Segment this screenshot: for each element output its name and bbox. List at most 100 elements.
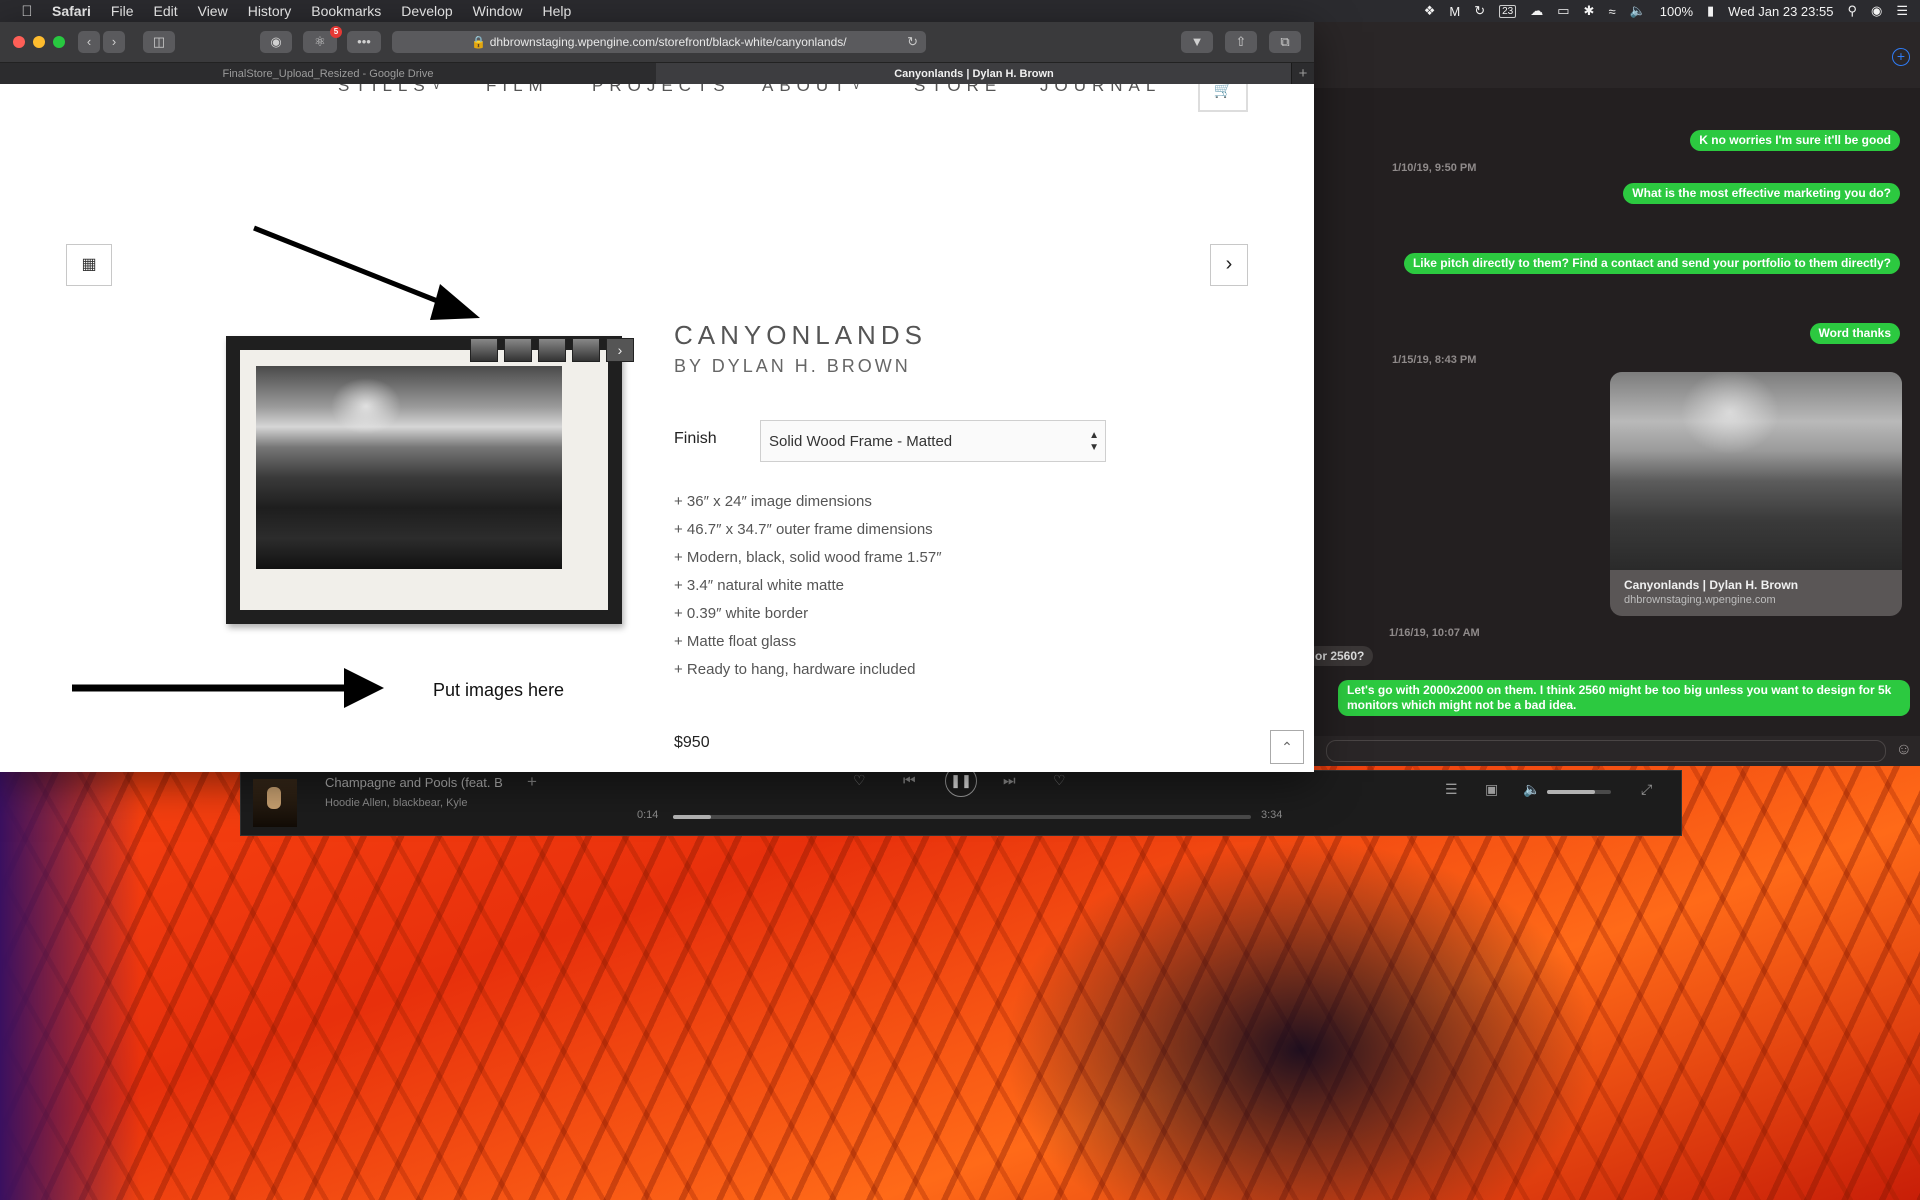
feature-item: + Modern, black, solid wood frame 1.57″ <box>674 549 942 566</box>
menu-help[interactable]: Help <box>542 3 571 19</box>
dislike-icon[interactable]: ♡ <box>853 772 866 789</box>
message-bubble: What is the most effective marketing you… <box>1623 183 1900 204</box>
menu-file[interactable]: File <box>111 3 134 19</box>
calendar-icon[interactable]: 23 <box>1499 4 1517 18</box>
message-input[interactable] <box>1326 740 1886 762</box>
back-icon[interactable]: ‹ <box>78 31 100 53</box>
forward-icon[interactable]: › <box>103 31 125 53</box>
menu-window[interactable]: Window <box>473 3 523 19</box>
apple-menu-icon[interactable]:  <box>16 3 38 20</box>
product-artist: BY DYLAN H. BROWN <box>674 356 911 376</box>
devices-icon[interactable]: ▣ <box>1485 781 1498 798</box>
song-artist[interactable]: Hoodie Allen, blackbear, Kyle <box>325 797 467 809</box>
link-preview-card[interactable]: Canyonlands | Dylan H. Brown dhbrownstag… <box>1610 372 1902 616</box>
tabs-overview-icon[interactable]: ⧉ <box>1269 31 1301 53</box>
volume-fill <box>1547 790 1595 794</box>
queue-icon[interactable]: ☰ <box>1445 781 1458 798</box>
next-arrow-icon[interactable]: › <box>1210 244 1248 286</box>
thumbnail[interactable] <box>470 338 498 362</box>
annotation-arrowhead <box>344 668 384 708</box>
menu-bookmarks[interactable]: Bookmarks <box>311 3 381 19</box>
siri-icon[interactable]: ◉ <box>1871 3 1882 19</box>
previous-track-icon[interactable]: ⏮ <box>903 772 916 789</box>
message-timestamp: 1/10/19, 9:50 PM <box>1392 162 1477 174</box>
thumbnail-next-icon[interactable]: › <box>606 338 634 362</box>
menu-view[interactable]: View <box>198 3 228 19</box>
safari-toolbar: ‹ › ◫ ◉ ⚛ 5 ••• 🔒 dhbrownstaging.wpengin… <box>0 22 1314 62</box>
gmail-icon[interactable]: M <box>1449 4 1460 19</box>
total-time: 3:34 <box>1261 809 1283 821</box>
link-preview-image <box>1610 372 1902 570</box>
select-arrows-icon: ▲ ▼ <box>1089 430 1099 453</box>
tab-canyonlands[interactable]: Canyonlands | Dylan H. Brown <box>656 63 1292 85</box>
extension-badge: 5 <box>330 26 342 38</box>
message-bubble: Like pitch directly to them? Find a cont… <box>1403 253 1900 274</box>
close-window-button[interactable] <box>13 36 25 48</box>
safari-window: ‹ › ◫ ◉ ⚛ 5 ••• 🔒 dhbrownstaging.wpengin… <box>0 22 1314 772</box>
playback-progress-fill <box>673 815 711 819</box>
bluetooth-icon[interactable]: ✱ <box>1584 3 1595 19</box>
finish-select[interactable]: Solid Wood Frame - Matted ▲ ▼ <box>760 420 1106 462</box>
menu-app-name[interactable]: Safari <box>52 3 91 19</box>
cloud-icon[interactable]: ☁ <box>1530 3 1543 19</box>
menu-bar:  Safari File Edit View History Bookmark… <box>0 0 1920 22</box>
address-bar[interactable]: 🔒 dhbrownstaging.wpengine.com/storefront… <box>392 31 926 53</box>
downloads-icon[interactable]: ▼ <box>1181 31 1213 53</box>
speaker-icon[interactable]: 🔈 <box>1523 781 1540 798</box>
thumbnail[interactable] <box>504 338 532 362</box>
zoom-window-button[interactable] <box>53 36 65 48</box>
cart-icon[interactable]: 🛒 <box>1198 84 1248 112</box>
web-content: STILLS ∨ FILM PROJECTS ABOUT ∨ STORE JOURN… <box>0 84 1314 772</box>
nav-journal[interactable]: JOURNAL <box>1040 84 1161 96</box>
address-text: dhbrownstaging.wpengine.com/storefront/b… <box>489 35 847 49</box>
scroll-to-top-icon[interactable]: ⌃ <box>1270 730 1304 764</box>
sidebar-icon[interactable]: ◫ <box>143 31 175 53</box>
nav-store[interactable]: STORE <box>914 84 1002 96</box>
more-extensions-icon[interactable]: ••• <box>347 31 381 53</box>
volume-icon[interactable]: 🔈 <box>1630 3 1646 19</box>
menu-develop[interactable]: Develop <box>401 3 452 19</box>
new-tab-icon[interactable]: + <box>1291 63 1314 85</box>
framed-print-preview[interactable] <box>226 336 622 624</box>
next-track-icon[interactable]: ⏭ <box>1003 772 1016 789</box>
reload-icon[interactable]: ↻ <box>907 31 918 53</box>
annotation-arrowhead <box>430 284 480 320</box>
menu-edit[interactable]: Edit <box>153 3 177 19</box>
wifi-icon[interactable]: ≈ <box>1608 4 1615 19</box>
battery-icon[interactable]: ▮ <box>1707 3 1714 19</box>
volume-slider[interactable] <box>1547 790 1611 794</box>
emoji-icon[interactable]: ☺ <box>1896 741 1912 759</box>
thumbnail[interactable] <box>572 338 600 362</box>
fullscreen-icon[interactable]: ⤢ <box>1641 781 1652 798</box>
playback-progress[interactable] <box>673 815 1251 819</box>
album-art[interactable] <box>253 779 297 827</box>
tab-google-drive[interactable]: FinalStore_Upload_Resized - Google Drive <box>0 63 656 85</box>
song-title[interactable]: Champagne and Pools (feat. B <box>325 775 503 790</box>
extension-icon[interactable]: ◉ <box>260 31 292 53</box>
thumbnail[interactable] <box>538 338 566 362</box>
nav-label: ABOUT <box>762 84 851 95</box>
battery-percent[interactable]: 100% <box>1660 4 1693 19</box>
feature-item: + 0.39″ white border <box>674 605 809 622</box>
sync-icon[interactable]: ↻ <box>1474 3 1485 19</box>
spotlight-search-icon[interactable]: ⚲ <box>1847 3 1857 19</box>
airplay-icon[interactable]: ▭ <box>1557 3 1569 19</box>
nav-about[interactable]: ABOUT ∨ <box>762 84 860 96</box>
add-icon[interactable]: + <box>1892 48 1910 66</box>
feature-list: + 36″ x 24″ image dimensions + 46.7″ x 3… <box>674 488 942 684</box>
menu-history[interactable]: History <box>248 3 292 19</box>
like-icon[interactable]: ♡ <box>1053 772 1066 789</box>
link-preview-title: Canyonlands | Dylan H. Brown <box>1624 578 1799 592</box>
menu-clock[interactable]: Wed Jan 23 23:55 <box>1728 4 1833 19</box>
annotation-arrow-diagonal <box>253 225 451 309</box>
notification-center-icon[interactable]: ☰ <box>1896 3 1908 19</box>
dropbox-icon[interactable]: ❖ <box>1424 3 1436 19</box>
message-bubble-received: or 2560? <box>1306 646 1374 666</box>
share-icon[interactable]: ⇧ <box>1225 31 1257 53</box>
minimize-window-button[interactable] <box>33 36 45 48</box>
feature-item: + Ready to hang, hardware included <box>674 661 916 678</box>
product-title: CANYONLANDS <box>674 320 927 350</box>
add-to-library-icon[interactable]: + <box>527 772 537 792</box>
chevron-down-icon: ∨ <box>852 84 860 92</box>
elapsed-time: 0:14 <box>637 809 659 821</box>
